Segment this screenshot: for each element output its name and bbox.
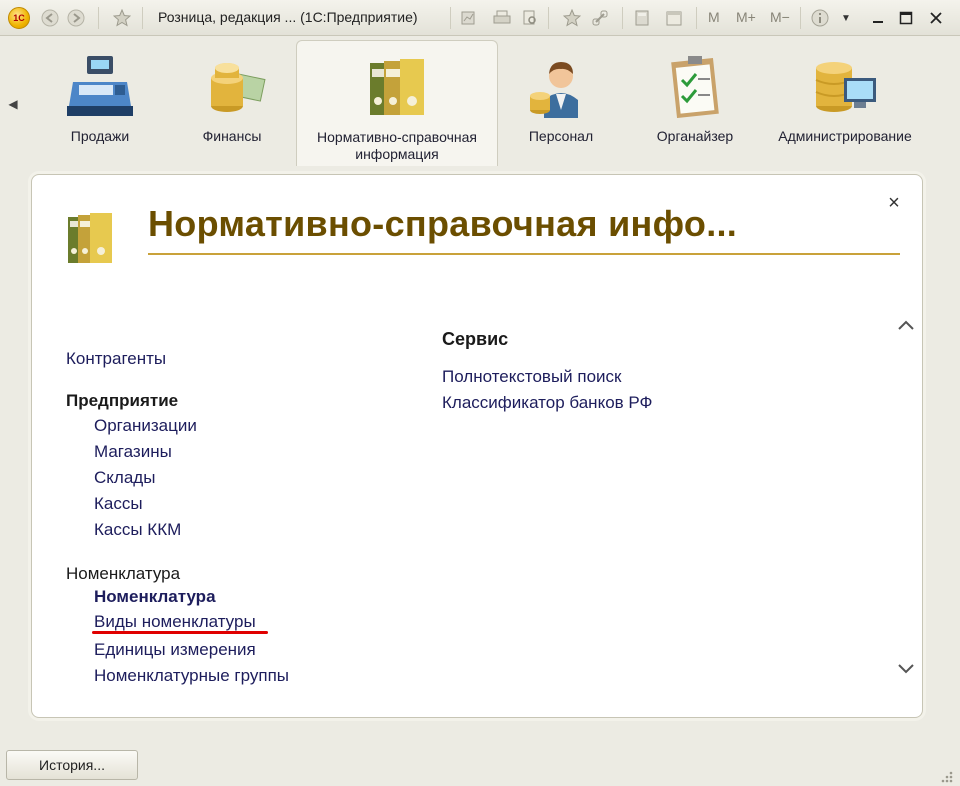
binders-icon (66, 211, 116, 270)
window-title: Розница, редакция ... (1С:Предприятие) (158, 9, 418, 25)
employee-icon (526, 54, 596, 122)
page-title: Нормативно-справочная инфо... (148, 203, 738, 244)
scroll-up-icon[interactable] (896, 315, 916, 335)
minimize-button[interactable] (866, 6, 890, 30)
maximize-button[interactable] (894, 6, 918, 30)
report-icon[interactable] (458, 8, 478, 28)
link-fulltext-search[interactable]: Полнотекстовый поиск (442, 367, 621, 387)
section-personnel[interactable]: Персонал (512, 40, 610, 166)
calculator-icon[interactable] (632, 8, 652, 28)
clipboard-icon (660, 54, 730, 122)
link-organizations[interactable]: Организации (94, 416, 197, 436)
coins-money-icon (197, 54, 267, 122)
close-icon[interactable]: × (884, 192, 904, 214)
memory-subtract-button[interactable]: M− (770, 9, 790, 25)
preview-icon[interactable] (520, 8, 540, 28)
section-administration[interactable]: Администрирование (766, 40, 924, 166)
title-underline (148, 253, 900, 255)
link-bank-classifier[interactable]: Классификатор банков РФ (442, 393, 652, 413)
sections-panel: ◀ Продажи Финансы Нормативно-справочная … (0, 36, 960, 166)
scroll-down-icon[interactable] (896, 659, 916, 679)
title-bar: 1С Розница, редакция ... (1С:Предприятие… (0, 0, 960, 36)
scroll-left-icon[interactable]: ◀ (6, 94, 20, 114)
link-nomenclature[interactable]: Номенклатура (94, 587, 216, 607)
add-favorite-icon[interactable] (562, 8, 582, 28)
link-cash-desks[interactable]: Кассы (94, 494, 143, 514)
link-warehouses[interactable]: Склады (94, 468, 155, 488)
section-label: Финансы (202, 128, 262, 144)
history-button[interactable]: История... (6, 750, 138, 780)
link-units-of-measure[interactable]: Единицы измерения (94, 640, 256, 660)
link-stores[interactable]: Магазины (94, 442, 172, 462)
forward-icon[interactable] (66, 8, 86, 28)
memory-add-button[interactable]: M+ (736, 9, 756, 25)
close-window-button[interactable] (924, 6, 948, 30)
section-label: Продажи (70, 128, 130, 144)
section-label: Органайзер (656, 128, 734, 144)
info-icon[interactable] (810, 8, 830, 28)
section-label: Администрирование (778, 128, 912, 144)
link-icon[interactable] (590, 8, 610, 28)
database-monitor-icon (810, 54, 880, 122)
section-sales[interactable]: Продажи (48, 40, 152, 166)
section-label: Персонал (528, 128, 594, 144)
link-nomenclature-types[interactable]: Виды номенклатуры (94, 612, 256, 632)
favorites-star-icon[interactable] (112, 8, 132, 28)
section-reference-data[interactable]: Нормативно-справочная информация (296, 40, 498, 166)
resize-grip-icon[interactable] (938, 768, 954, 784)
binders-icon (362, 55, 432, 123)
content-panel: Нормативно-справочная инфо... × Контраге… (31, 174, 923, 718)
memory-m-button[interactable]: M (708, 9, 720, 25)
group-heading-service: Сервис (442, 329, 509, 349)
section-organizer[interactable]: Органайзер (638, 40, 752, 166)
back-icon[interactable] (40, 8, 60, 28)
print-icon[interactable] (492, 8, 512, 28)
highlight-underline (92, 631, 268, 634)
section-label: Нормативно-справочная информация (317, 129, 477, 162)
status-bar: История... (0, 742, 960, 786)
section-finance[interactable]: Финансы (178, 40, 286, 166)
link-contractors[interactable]: Контрагенты (66, 349, 166, 369)
calendar-icon[interactable] (664, 8, 684, 28)
group-heading-nomenclature: Номенклатура (66, 564, 181, 583)
link-nomenclature-groups[interactable]: Номенклатурные группы (94, 666, 289, 686)
group-heading-enterprise: Предприятие (66, 391, 179, 410)
app-logo-icon[interactable]: 1С (8, 7, 30, 29)
cash-register-icon (65, 54, 135, 122)
link-kkm-cash-desks[interactable]: Кассы ККМ (94, 520, 181, 540)
dropdown-arrow-icon[interactable]: ▼ (836, 8, 856, 28)
